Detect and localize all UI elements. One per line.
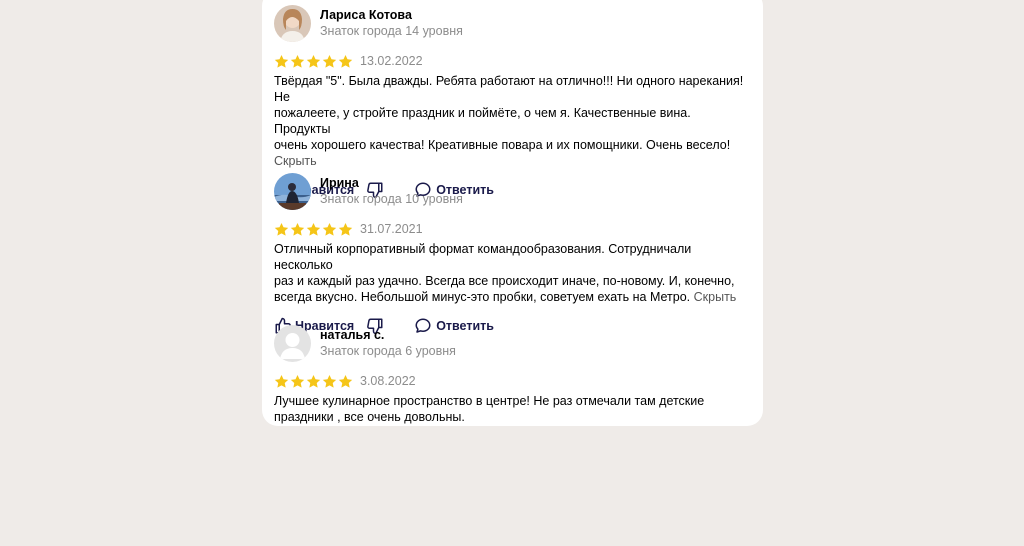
star-icon — [290, 374, 305, 388]
star-icon — [306, 374, 321, 388]
review-text: Твёрдая "5". Была дважды. Ребята работаю… — [274, 73, 749, 169]
review-text-line: Отличный корпоративный формат командообр… — [274, 242, 692, 272]
star-icon — [274, 222, 289, 236]
author-name[interactable]: Лариса Котова — [320, 7, 463, 23]
author-name[interactable]: Ирина — [320, 175, 463, 191]
hide-link[interactable]: Скрыть — [274, 154, 317, 168]
star-rating — [274, 54, 353, 69]
user-placeholder-icon — [274, 325, 311, 362]
review-item: наталья с. Знаток города 6 уровня 3.08.2… — [274, 325, 754, 425]
star-icon — [274, 374, 289, 388]
star-icon — [322, 222, 337, 236]
review-text-line: пожалеете, у стройте праздник и поймёте,… — [274, 106, 691, 136]
rating-row: 13.02.2022 — [274, 52, 754, 70]
avatar[interactable] — [274, 5, 311, 42]
review-author: Лариса Котова Знаток города 14 уровня — [274, 5, 754, 45]
reviews-card: Лариса Котова Знаток города 14 уровня 13… — [262, 0, 763, 426]
review-item: Ирина Знаток города 10 уровня 31.07.2021… — [274, 173, 754, 337]
review-text-line: Лучшее кулинарное пространство в центре!… — [274, 394, 705, 408]
avatar[interactable] — [274, 325, 311, 362]
author-name[interactable]: наталья с. — [320, 327, 456, 343]
review-text: Отличный корпоративный формат командообр… — [274, 241, 749, 305]
review-author: наталья с. Знаток города 6 уровня — [274, 325, 754, 365]
star-icon — [322, 54, 337, 68]
star-icon — [338, 374, 353, 388]
author-level: Знаток города 6 уровня — [320, 344, 456, 358]
review-item: Лариса Котова Знаток города 14 уровня 13… — [274, 5, 754, 201]
review-text-line: раз и каждый раз удачно. Всегда все прои… — [274, 274, 735, 288]
star-icon — [338, 54, 353, 68]
rating-row: 3.08.2022 — [274, 372, 754, 390]
author-level: Знаток города 14 уровня — [320, 24, 463, 38]
star-icon — [274, 54, 289, 68]
review-text: Лучшее кулинарное пространство в центре!… — [274, 393, 749, 425]
review-text-line: праздники , все очень довольны. — [274, 410, 465, 424]
star-icon — [306, 222, 321, 236]
author-level: Знаток города 10 уровня — [320, 192, 463, 206]
review-text-line: очень хорошего качества! Креативные пова… — [274, 138, 731, 152]
star-rating — [274, 374, 353, 389]
review-date: 31.07.2021 — [360, 222, 423, 236]
rating-row: 31.07.2021 — [274, 220, 754, 238]
review-date: 3.08.2022 — [360, 374, 416, 388]
review-date: 13.02.2022 — [360, 54, 423, 68]
avatar[interactable] — [274, 173, 311, 210]
star-icon — [290, 54, 305, 68]
review-author: Ирина Знаток города 10 уровня — [274, 173, 754, 213]
star-icon — [338, 222, 353, 236]
review-text-line: Твёрдая "5". Была дважды. Ребята работаю… — [274, 74, 744, 104]
star-rating — [274, 222, 353, 237]
hide-link[interactable]: Скрыть — [694, 290, 737, 304]
star-icon — [306, 54, 321, 68]
review-text-line: всегда вкусно. Небольшой минус-это пробк… — [274, 290, 691, 304]
star-icon — [290, 222, 305, 236]
star-icon — [322, 374, 337, 388]
